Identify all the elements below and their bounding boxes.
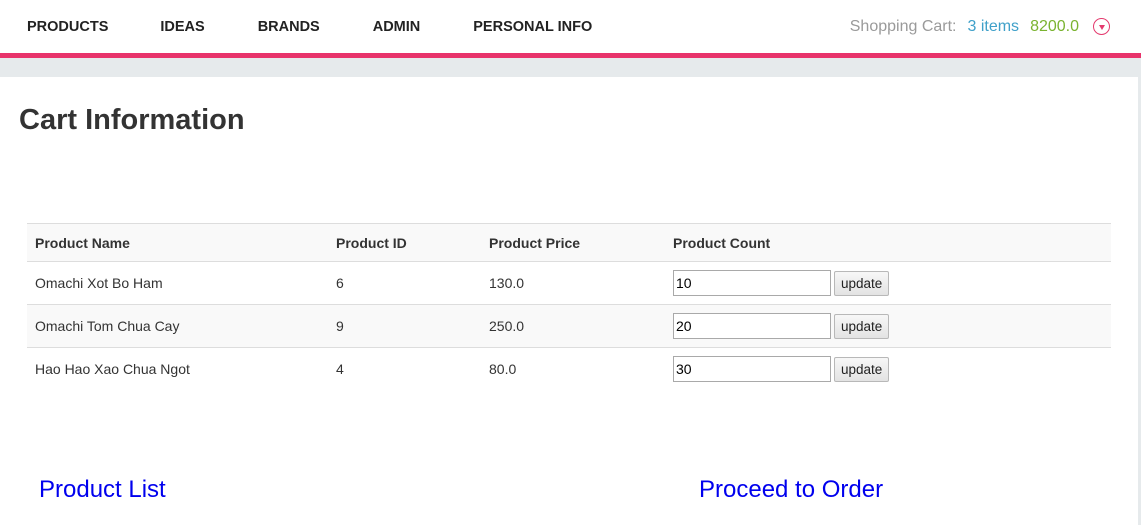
top-navigation: PRODUCTS IDEAS BRANDS ADMIN PERSONAL INF… — [0, 0, 1141, 53]
product-name-cell: Omachi Tom Chua Cay — [27, 304, 328, 348]
cart-items-count[interactable]: 3 items — [967, 18, 1019, 36]
product-price-cell: 250.0 — [481, 304, 665, 348]
column-header-product-price: Product Price — [481, 223, 665, 262]
table-row: Hao Hao Xao Chua Ngot 4 80.0 update — [27, 348, 1111, 391]
cart-total: 8200.0 — [1030, 17, 1079, 35]
product-id-cell: 9 — [328, 304, 481, 348]
update-button[interactable]: update — [834, 356, 890, 382]
count-controls: update — [673, 270, 1111, 296]
table-header-row: Product Name Product ID Product Price Pr… — [27, 223, 1111, 262]
product-price-cell: 130.0 — [481, 261, 665, 305]
nav-menu: PRODUCTS IDEAS BRANDS ADMIN PERSONAL INF… — [27, 0, 592, 53]
product-count-cell: update — [665, 304, 1111, 348]
chevron-down-circle-icon[interactable] — [1093, 18, 1110, 35]
update-button[interactable]: update — [834, 270, 890, 296]
product-list-link[interactable]: Product List — [39, 476, 166, 504]
nav-item-products[interactable]: PRODUCTS — [27, 19, 108, 35]
header-divider-band — [0, 58, 1141, 77]
product-count-input[interactable] — [673, 356, 831, 383]
product-count-cell: update — [665, 348, 1111, 391]
nav-item-brands[interactable]: BRANDS — [258, 19, 320, 35]
nav-item-ideas[interactable]: IDEAS — [160, 19, 204, 35]
table-row: Omachi Tom Chua Cay 9 250.0 update — [27, 304, 1111, 348]
nav-item-personal-info[interactable]: PERSONAL INFO — [473, 19, 592, 35]
cart-table: Product Name Product ID Product Price Pr… — [27, 223, 1111, 391]
column-header-product-name: Product Name — [27, 223, 328, 262]
product-name-cell: Hao Hao Xao Chua Ngot — [35, 361, 190, 378]
product-count-input[interactable] — [673, 313, 831, 339]
product-name-cell: Omachi Xot Bo Ham — [27, 261, 328, 305]
nav-item-admin[interactable]: ADMIN — [373, 19, 421, 35]
shopping-cart-summary: Shopping Cart: 3 items 8200.0 — [850, 0, 1110, 53]
product-price-cell: 80.0 — [489, 361, 517, 378]
product-id-cell: 6 — [328, 261, 481, 305]
column-header-product-id: Product ID — [328, 223, 481, 262]
product-count-input[interactable] — [673, 270, 831, 296]
cart-label: Shopping Cart: — [849, 17, 957, 35]
count-controls: update — [673, 356, 1111, 383]
table-row: Omachi Xot Bo Ham 6 130.0 update — [27, 261, 1111, 305]
page-title: Cart Information — [19, 104, 245, 136]
product-id-cell: 4 — [336, 361, 344, 378]
update-button[interactable]: update — [834, 313, 890, 339]
product-count-cell: update — [665, 261, 1111, 305]
proceed-to-order-link[interactable]: Proceed to Order — [699, 476, 883, 504]
column-header-product-count: Product Count — [665, 223, 1111, 262]
triangle-down-icon — [1098, 24, 1105, 30]
count-controls: update — [673, 313, 1111, 339]
